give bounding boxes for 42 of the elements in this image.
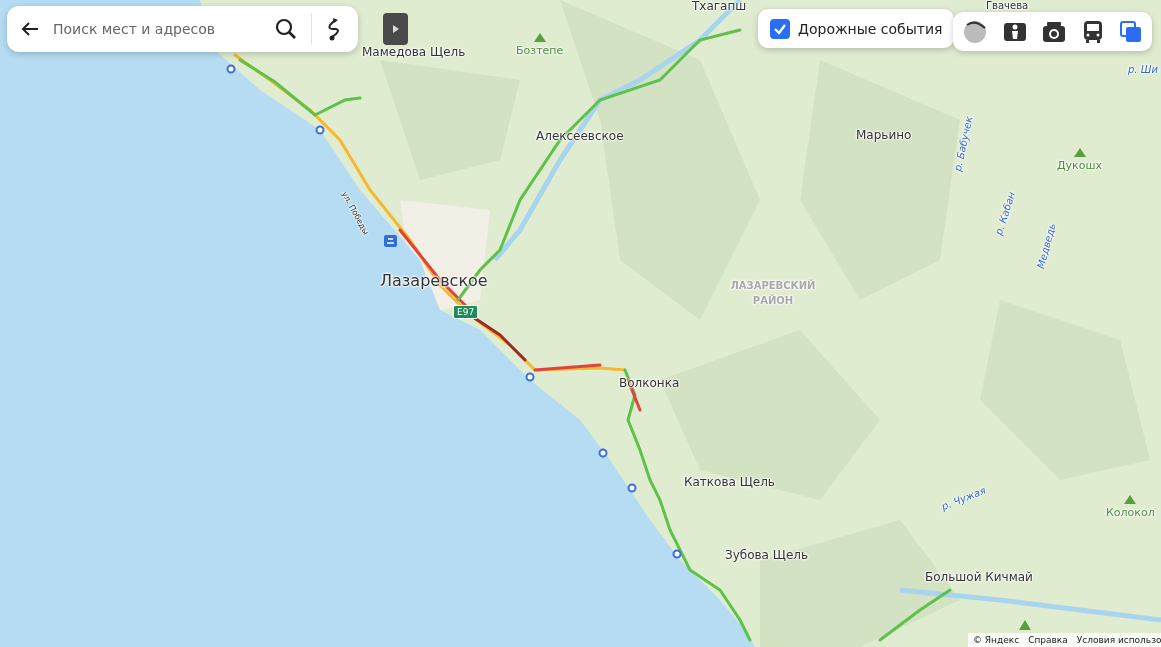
railway-station-icon [384,235,397,247]
settlement-label: Тхагапш [692,0,747,13]
checkmark-icon [773,22,787,35]
mountain-peak-icon [533,33,546,42]
settlement-label: Большой Кичмай [925,571,1033,584]
peak-label: Бозтепе [516,44,564,57]
mountain-peak-icon [1124,495,1137,504]
river-label: р. Ши [1128,64,1158,75]
camera-icon [1042,20,1067,43]
stop-marker-icon [672,549,682,559]
peak-label: Дукошх [1057,159,1103,172]
settlement-label: Мамедова Щель [362,46,466,59]
collapse-panel-button[interactable] [383,13,408,45]
mountain-peak-icon [1073,148,1086,157]
stop-marker-icon [525,372,535,382]
settlement-label: Каткова Щель [684,476,775,489]
stop-marker-icon [315,125,325,135]
mountain-peak-icon [1019,620,1031,630]
search-field[interactable]: Поиск мест и адресов [51,20,271,38]
stop-marker-icon [627,483,637,493]
stop-marker-icon [226,64,236,74]
traffic-events-toggle[interactable]: Дорожные события [758,9,955,48]
river-label: р. Бабучек [952,115,975,173]
road-number-badge: E97 [453,305,479,319]
settlement-label: Гвачева [986,0,1029,11]
checkbox[interactable] [770,18,790,39]
footer-link[interactable]: Условия использо [1076,635,1161,645]
footer-link[interactable]: Справка [1028,635,1068,645]
bus-icon [1082,19,1105,44]
river-label: р. Кабан [993,190,1018,237]
settlement-label: Зубова Щель [725,549,809,562]
half-moon-icon [962,19,987,44]
settlement-label: Марьино [856,129,912,142]
river-label: р. Чужая [940,484,988,513]
back-arrow-icon [21,21,39,37]
district-label: ЛАЗАРЕВСКИЙ РАЙОН [729,278,817,308]
search-icon [275,18,297,40]
stop-marker-icon [598,448,608,458]
play-triangle-icon [391,24,400,34]
peak-label: Колокол [1106,506,1155,519]
copyright-text: © Яндекс [973,635,1020,645]
layers-icon [1120,20,1143,43]
